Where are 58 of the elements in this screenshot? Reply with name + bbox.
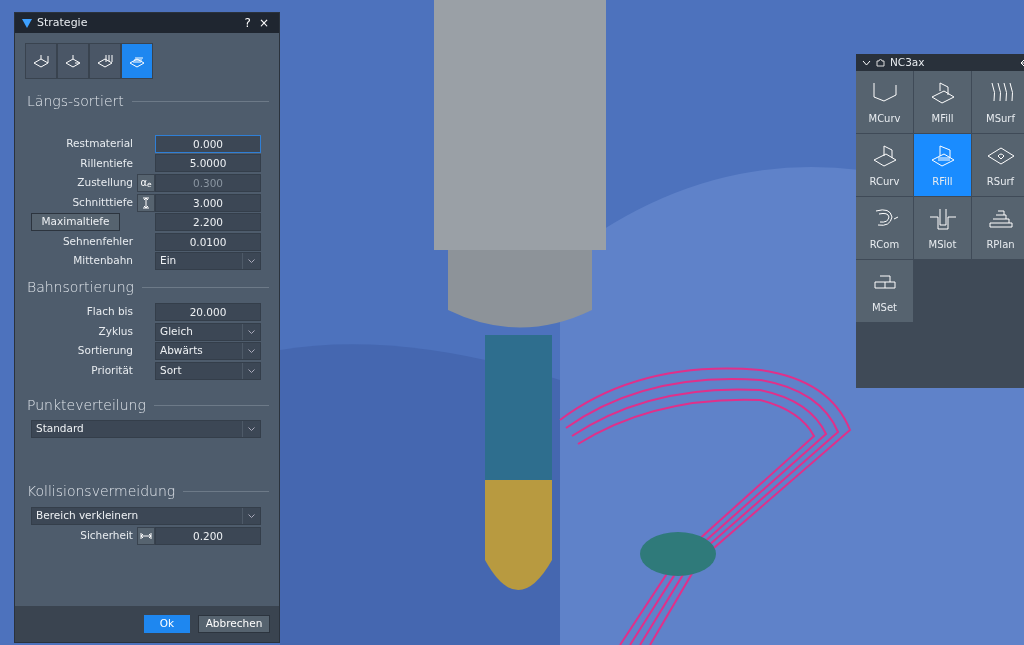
strategy-tab[interactable] xyxy=(25,43,57,79)
strategy-tile[interactable]: RCom xyxy=(856,197,913,259)
chevron-down-icon xyxy=(248,427,255,432)
section-title: Längs-sortiert xyxy=(27,92,124,111)
chevron-down-icon xyxy=(248,349,255,354)
close-button[interactable]: × xyxy=(254,17,273,29)
chevron-down-icon xyxy=(248,329,255,334)
chevron-down-icon xyxy=(248,368,255,373)
field-label: Zyklus xyxy=(97,323,134,339)
strategy-tile[interactable]: MSlot xyxy=(914,197,971,259)
chevron-down-icon xyxy=(248,259,255,264)
field-label: Mittenbahn xyxy=(72,253,134,269)
app-logo-icon xyxy=(21,17,33,29)
panel-title: NC3ax xyxy=(890,54,925,70)
field-label: Restmaterial xyxy=(65,135,134,151)
field-label: Sicherheit xyxy=(79,527,134,543)
field-label: Schnitttiefe xyxy=(71,194,134,210)
dropdown[interactable]: Ein xyxy=(155,252,261,271)
window-title: Strategie xyxy=(37,14,88,31)
dropdown[interactable]: Abwärts xyxy=(155,342,261,361)
maximal-depth-button[interactable]: Maximaltiefe xyxy=(31,213,120,232)
dropdown[interactable]: Sort xyxy=(155,361,261,380)
collapse-chevron-icon[interactable] xyxy=(862,59,871,66)
strategy-tile[interactable]: MSet xyxy=(856,260,913,322)
strategy-tile[interactable]: MCurv xyxy=(856,71,913,133)
strategy-tab[interactable] xyxy=(121,43,153,79)
section-title: Bahnsortierung xyxy=(27,278,134,298)
field-label: Flach bis xyxy=(85,304,134,320)
field-label: Rillentiefe xyxy=(79,155,134,171)
input-field[interactable]: 3.000 xyxy=(155,193,261,212)
cancel-button[interactable]: Abbrechen xyxy=(198,615,270,633)
section-title: Kollisionsvermeidung xyxy=(27,482,176,502)
field-label: Priorität xyxy=(90,362,134,378)
input-field[interactable]: 0.0100 xyxy=(155,232,261,251)
section-title: Punkteverteilung xyxy=(27,395,146,415)
input-field[interactable]: 20.000 xyxy=(155,302,261,321)
strategy-tile[interactable]: MFill xyxy=(914,71,971,133)
input-field[interactable]: 0.200 xyxy=(155,526,261,545)
strategy-tile[interactable]: RSurf xyxy=(972,134,1024,196)
field-label: Sortierung xyxy=(76,343,134,359)
strategy-tile[interactable]: RCurv xyxy=(856,134,913,196)
depth-icon[interactable] xyxy=(137,193,155,212)
strategy-tab[interactable] xyxy=(89,43,121,79)
field-label: Zustellung xyxy=(76,175,134,191)
strategy-tile[interactable]: RPlan xyxy=(972,197,1024,259)
strategy-tile[interactable]: MSurf xyxy=(972,71,1024,133)
dropdown[interactable]: Bereich verkleinern xyxy=(31,506,261,525)
dropdown[interactable]: Gleich xyxy=(155,322,261,341)
chevron-down-icon xyxy=(248,513,255,518)
input-field[interactable]: 0.000 xyxy=(155,134,261,153)
input-field[interactable]: 2.200 xyxy=(155,213,261,232)
strategy-tab[interactable] xyxy=(57,43,89,79)
dropdown[interactable]: Standard xyxy=(31,420,261,439)
ok-button[interactable]: Ok xyxy=(144,615,190,633)
field-label: Sehnenfehler xyxy=(61,233,134,249)
width-icon[interactable] xyxy=(137,526,155,545)
input-field[interactable]: 5.0000 xyxy=(155,154,261,173)
help-button[interactable]: ? xyxy=(240,17,255,29)
